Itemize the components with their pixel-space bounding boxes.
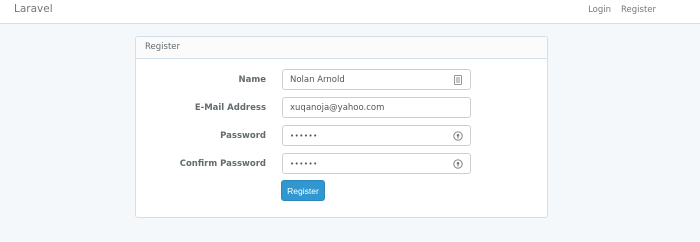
password-input[interactable]: •••••• [282, 125, 471, 146]
password-manager-icon[interactable] [453, 130, 463, 141]
panel-heading: Register [136, 37, 547, 59]
register-submit-button[interactable]: Register [281, 180, 325, 201]
top-navbar: Laravel Login Register [0, 0, 700, 24]
name-label: Name [238, 75, 266, 85]
email-label: E-Mail Address [194, 103, 266, 113]
register-link[interactable]: Register [621, 5, 656, 15]
panel-title: Register [145, 42, 180, 52]
confirm-password-input-value: •••••• [290, 159, 318, 168]
contact-card-icon[interactable] [453, 74, 463, 85]
brand-logo-link[interactable]: Laravel [14, 3, 53, 15]
login-link[interactable]: Login [588, 5, 611, 15]
email-input-value: xuqanoja@yahoo.com [290, 102, 385, 113]
register-panel: Register Name Nolan Arnold E-Mail Addres… [135, 36, 548, 218]
confirm-password-input[interactable]: •••••• [282, 153, 471, 174]
name-input-value: Nolan Arnold [290, 74, 345, 85]
confirm-password-label: Confirm Password [179, 159, 266, 169]
password-manager-icon[interactable] [453, 158, 463, 169]
password-input-value: •••••• [290, 131, 318, 140]
password-label: Password [220, 131, 266, 141]
email-input[interactable]: xuqanoja@yahoo.com [282, 97, 471, 118]
name-input[interactable]: Nolan Arnold [282, 69, 471, 90]
